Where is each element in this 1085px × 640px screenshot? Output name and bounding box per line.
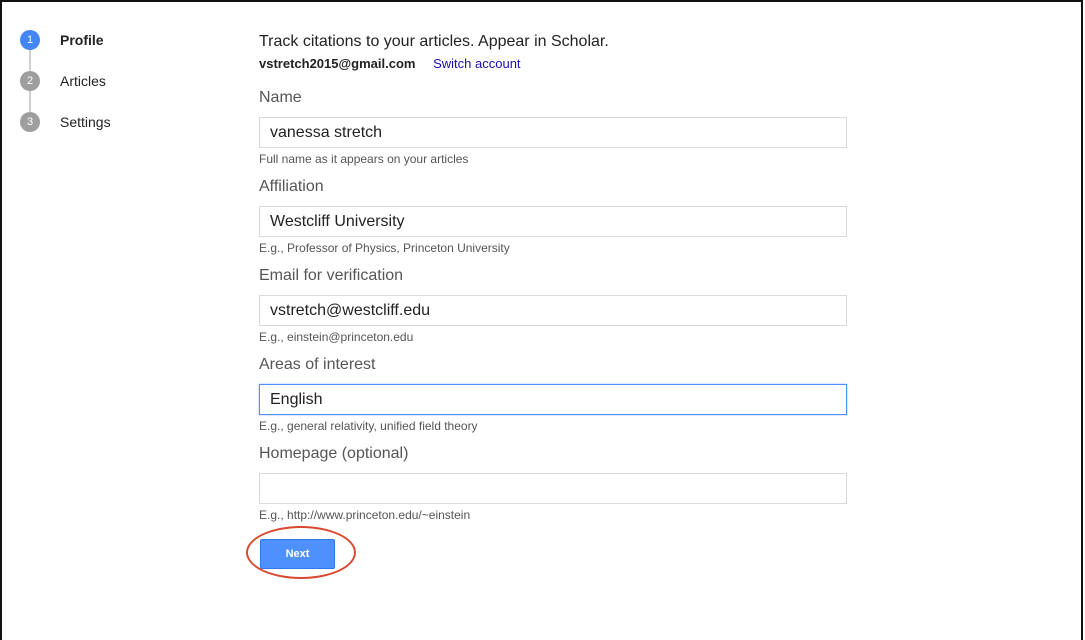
step-number-badge: 3 xyxy=(20,112,40,132)
affiliation-field-group: Affiliation E.g., Professor of Physics, … xyxy=(259,177,847,256)
account-row: vstretch2015@gmail.com Switch account xyxy=(259,56,849,72)
email-label: Email for verification xyxy=(259,267,404,284)
next-button[interactable]: Next xyxy=(260,539,335,569)
interests-label: Areas of interest xyxy=(259,356,376,373)
page-headline: Track citations to your articles. Appear… xyxy=(259,33,609,50)
homepage-label: Homepage (optional) xyxy=(259,445,409,462)
interests-input[interactable] xyxy=(259,384,847,415)
interests-field-group: Areas of interest E.g., general relativi… xyxy=(259,355,847,434)
email-field-group: Email for verification E.g., einstein@pr… xyxy=(259,266,847,345)
step-label: Profile xyxy=(60,32,104,48)
step-connector xyxy=(29,50,31,71)
step-number-badge: 2 xyxy=(20,71,40,91)
affiliation-hint: E.g., Professor of Physics, Princeton Un… xyxy=(259,241,510,255)
name-field-group: Name Full name as it appears on your art… xyxy=(259,88,847,167)
interests-hint: E.g., general relativity, unified field … xyxy=(259,419,478,433)
step-label: Settings xyxy=(60,114,111,130)
name-label: Name xyxy=(259,89,302,106)
account-email: vstretch2015@gmail.com xyxy=(259,56,416,71)
email-input[interactable] xyxy=(259,295,847,326)
email-hint: E.g., einstein@princeton.edu xyxy=(259,330,414,344)
step-label: Articles xyxy=(60,73,106,89)
profile-form: Track citations to your articles. Appear… xyxy=(259,32,849,522)
step-number-badge: 1 xyxy=(20,30,40,50)
step-connector xyxy=(29,91,31,112)
homepage-field-group: Homepage (optional) E.g., http://www.pri… xyxy=(259,444,847,523)
affiliation-label: Affiliation xyxy=(259,178,324,195)
homepage-hint: E.g., http://www.princeton.edu/~einstein xyxy=(259,508,471,522)
switch-account-link[interactable]: Switch account xyxy=(433,56,520,71)
name-input[interactable] xyxy=(259,117,847,148)
affiliation-input[interactable] xyxy=(259,206,847,237)
homepage-input[interactable] xyxy=(259,473,847,504)
name-hint: Full name as it appears on your articles xyxy=(259,152,469,166)
